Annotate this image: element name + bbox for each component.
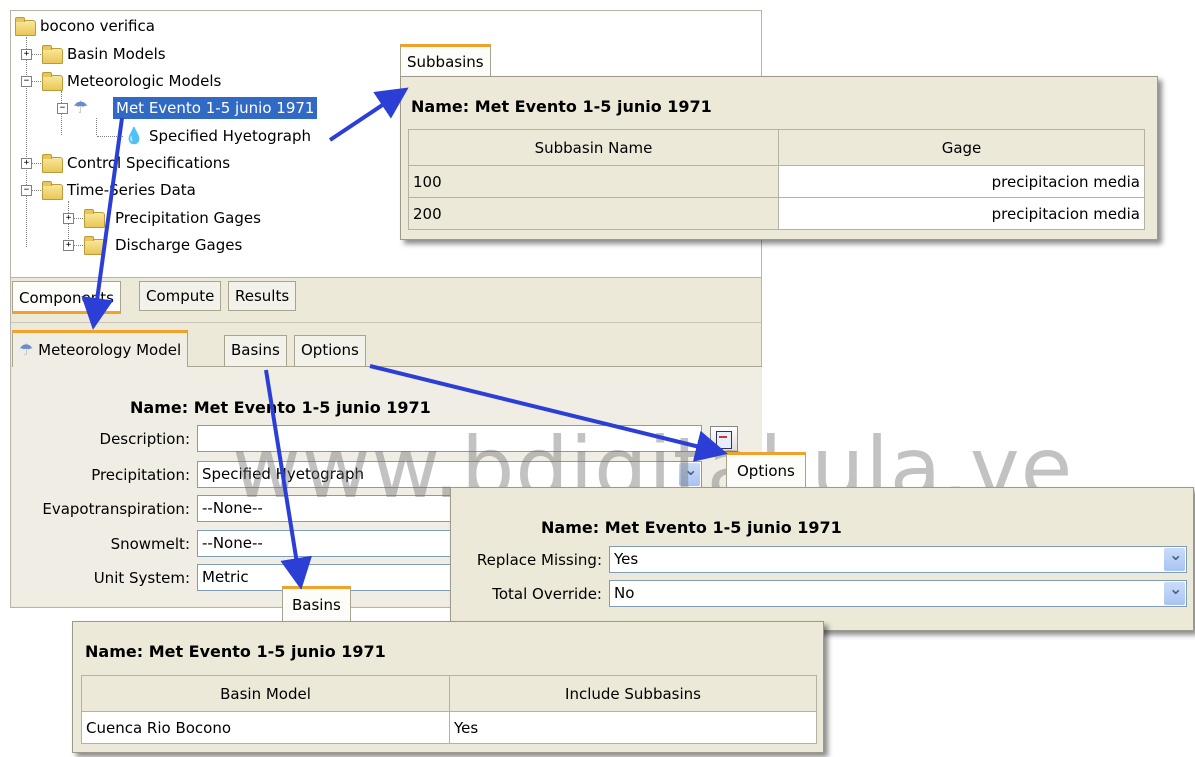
tree-item-label-selected: Met Evento 1-5 junio 1971: [113, 97, 318, 119]
chevron-down-icon[interactable]: [1164, 581, 1185, 605]
basin-model-cell[interactable]: Cuenca Rio Bocono: [81, 711, 450, 744]
raindrop-icon: 💧: [124, 126, 144, 145]
evapotranspiration-value: --None--: [202, 499, 263, 517]
tab-label: Compute: [146, 287, 215, 305]
column-header-subbasin-name[interactable]: Subbasin Name: [408, 129, 779, 166]
tree-item-label: Precipitation Gages: [115, 209, 261, 227]
tab-options-popup[interactable]: Options: [726, 452, 806, 488]
table-header-row: Basin Model Include Subbasins: [81, 675, 817, 712]
collapse-icon[interactable]: −: [57, 103, 68, 114]
folder-icon: [42, 154, 63, 173]
weather-model-icon: ☂: [73, 98, 89, 118]
edit-description-icon[interactable]: [710, 426, 738, 452]
subbasins-panel: Name: Met Evento 1-5 junio 1971 Subbasin…: [400, 76, 1158, 240]
tree-item-label: Meteorologic Models: [67, 72, 222, 90]
tab-results[interactable]: Results: [228, 281, 297, 311]
column-header-include-subbasins[interactable]: Include Subbasins: [449, 675, 817, 712]
gage-cell[interactable]: precipitacion media: [778, 197, 1145, 230]
tab-components[interactable]: Components: [12, 281, 121, 314]
open-folder-icon: [15, 17, 36, 36]
options-name-heading: Name: Met Evento 1-5 junio 1971: [541, 518, 842, 537]
subbasins-name-heading: Name: Met Evento 1-5 junio 1971: [411, 97, 712, 116]
tab-label: Options: [301, 341, 359, 359]
tab-meteorology-model[interactable]: ☂ Meteorology Model: [12, 330, 189, 367]
collapse-icon[interactable]: −: [21, 76, 32, 87]
name-label: Name:: [85, 642, 144, 661]
expand-icon[interactable]: +: [21, 49, 32, 60]
snowmelt-value: --None--: [202, 534, 263, 552]
tab-label: Meteorology Model: [38, 341, 182, 359]
replace-missing-value: Yes: [614, 550, 639, 568]
table-row[interactable]: 200 precipitacion media: [408, 197, 1145, 230]
expand-icon[interactable]: +: [21, 158, 32, 169]
folder-icon: [84, 236, 105, 255]
model-name-heading: Name: Met Evento 1-5 junio 1971: [130, 398, 431, 417]
tab-label: Basins: [231, 341, 280, 359]
replace-missing-label: Replace Missing:: [476, 551, 602, 569]
options-panel: Name: Met Evento 1-5 junio 1971 Replace …: [450, 487, 1194, 631]
name-value: Met Evento 1-5 junio 1971: [193, 398, 431, 417]
tab-label: Basins: [292, 596, 341, 614]
tree-line: [26, 37, 27, 247]
tab-basins-popup[interactable]: Basins: [282, 586, 351, 622]
description-label: Description:: [99, 430, 190, 448]
collapse-icon[interactable]: −: [21, 185, 32, 196]
explorer-tab-strip: [10, 278, 762, 322]
subbasins-table: Subbasin Name Gage 100 precipitacion med…: [408, 129, 1145, 230]
basins-name-heading: Name: Met Evento 1-5 junio 1971: [85, 642, 386, 661]
tab-label: Options: [737, 462, 795, 480]
tab-subbasins[interactable]: Subbasins: [400, 44, 491, 77]
tab-label: Subbasins: [407, 53, 484, 71]
total-override-value: No: [614, 584, 635, 602]
column-header-basin-model[interactable]: Basin Model: [81, 675, 450, 712]
precipitation-label: Precipitation:: [91, 466, 190, 484]
tab-basins[interactable]: Basins: [224, 335, 287, 366]
precipitation-value: Specified Hyetograph: [202, 465, 365, 483]
name-label: Name:: [541, 518, 600, 537]
name-value: Met Evento 1-5 junio 1971: [474, 97, 712, 116]
name-value: Met Evento 1-5 junio 1971: [604, 518, 842, 537]
tree-root-label: bocono verifica: [40, 17, 155, 35]
weather-model-icon: ☂: [19, 340, 34, 359]
tab-compute[interactable]: Compute: [139, 281, 222, 311]
total-override-label: Total Override:: [492, 585, 602, 603]
folder-icon: [42, 45, 63, 64]
subbasin-name-cell[interactable]: 200: [408, 197, 779, 230]
basins-panel: Name: Met Evento 1-5 junio 1971 Basin Mo…: [72, 621, 824, 753]
tree-item-label: Time-Series Data: [67, 181, 196, 199]
tree-item-label: Specified Hyetograph: [149, 127, 312, 145]
table-row[interactable]: Cuenca Rio Bocono Yes: [81, 711, 817, 744]
chevron-down-icon[interactable]: [679, 462, 700, 486]
tree-item-label: Discharge Gages: [115, 236, 243, 254]
name-label: Name:: [411, 97, 470, 116]
chevron-down-icon[interactable]: [1164, 547, 1185, 571]
tree-item-label: Control Specifications: [67, 154, 231, 172]
description-field[interactable]: [197, 425, 702, 452]
column-header-gage[interactable]: Gage: [778, 129, 1145, 166]
total-override-select[interactable]: No: [609, 580, 1187, 607]
subbasin-name-cell[interactable]: 100: [408, 165, 779, 198]
open-folder-icon: [42, 181, 63, 200]
tab-label: Components: [19, 289, 114, 307]
table-row[interactable]: 100 precipitacion media: [408, 165, 1145, 198]
precipitation-select[interactable]: Specified Hyetograph: [197, 461, 702, 488]
unit-system-label: Unit System:: [93, 569, 190, 587]
gage-cell[interactable]: precipitacion media: [778, 165, 1145, 198]
expand-icon[interactable]: +: [63, 213, 74, 224]
name-value: Met Evento 1-5 junio 1971: [148, 642, 386, 661]
expand-icon[interactable]: +: [63, 240, 74, 251]
snowmelt-label: Snowmelt:: [110, 535, 190, 553]
tree-item-label: Basin Models: [67, 45, 166, 63]
open-folder-icon: [42, 72, 63, 91]
replace-missing-select[interactable]: Yes: [609, 546, 1187, 573]
table-header-row: Subbasin Name Gage: [408, 129, 1145, 166]
include-subbasins-cell[interactable]: Yes: [449, 711, 817, 744]
tab-label: Results: [235, 287, 290, 305]
unit-system-value: Metric: [202, 568, 249, 586]
folder-icon: [84, 209, 105, 228]
tab-options[interactable]: Options: [294, 335, 366, 366]
name-label: Name:: [130, 398, 189, 417]
basins-table: Basin Model Include Subbasins Cuenca Rio…: [81, 675, 817, 744]
evapotranspiration-label: Evapotranspiration:: [42, 500, 190, 518]
